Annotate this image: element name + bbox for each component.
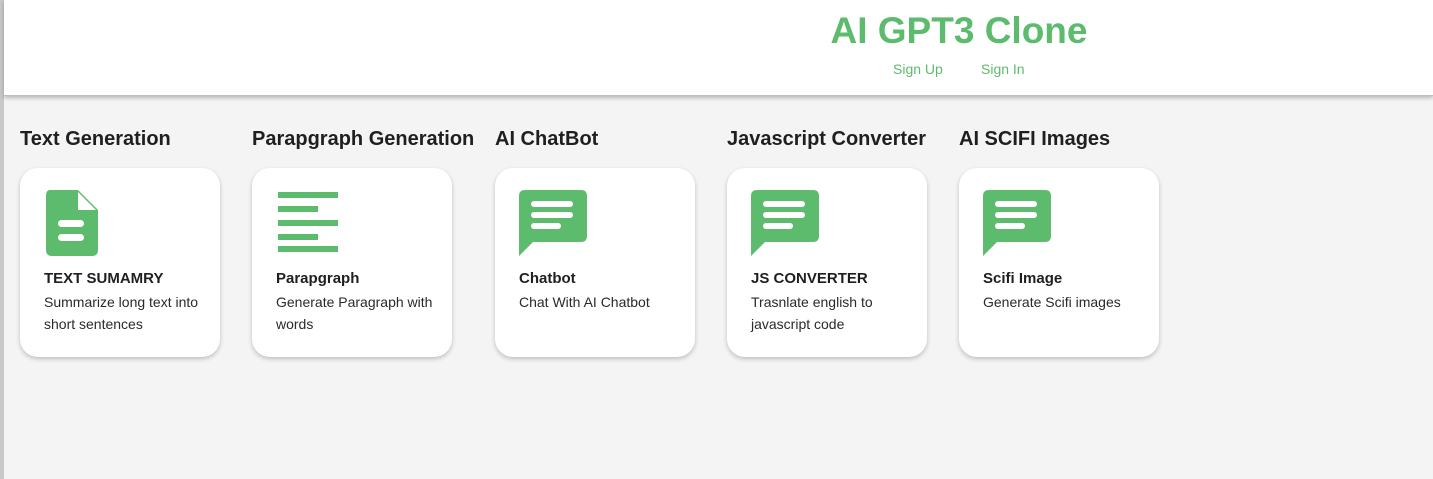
card-description: Chat With AI Chatbot (519, 294, 650, 310)
section-ai-chatbot: AI ChatBot Chatbot Chat With AI Chatbot (495, 126, 695, 357)
card-description: Generate Scifi images (983, 294, 1121, 310)
card-title: Parapgraph (276, 270, 360, 287)
card-title: Chatbot (519, 270, 576, 287)
card-text-summary[interactable]: TEXT SUMAMRY Summarize long text into sh… (20, 168, 220, 357)
card-js-converter[interactable]: JS CONVERTER Trasnlate english to javasc… (727, 168, 927, 357)
app-title: AI GPT3 Clone (830, 10, 1088, 51)
card-title: TEXT SUMAMRY (44, 270, 164, 287)
card-scifi-image[interactable]: Scifi Image Generate Scifi images (959, 168, 1159, 357)
section-heading: Javascript Converter (727, 128, 926, 150)
card-description: Summarize long text into short sentences (44, 294, 199, 332)
card-description: Trasnlate english to javascript code (751, 294, 873, 332)
card-title: Scifi Image (983, 270, 1063, 287)
section-heading: Text Generation (20, 128, 171, 150)
section-heading: Parapgraph Generation (252, 128, 475, 150)
top-navbar: AI GPT3 Clone Sign Up Sign In (4, 0, 1433, 96)
sign-in-link[interactable]: Sign In (981, 61, 1025, 77)
chat-message-icon (519, 188, 587, 261)
section-paragraph-generation: Parapgraph Generation Parapgraph Generat… (252, 126, 475, 357)
card-description: Generate Paragraph with words (276, 294, 433, 332)
sign-up-link[interactable]: Sign Up (893, 61, 943, 77)
section-javascript-converter: Javascript Converter JS CONVERTER Trasnl… (727, 126, 927, 357)
section-heading: AI SCIFI Images (959, 128, 1111, 150)
card-paragraph[interactable]: Parapgraph Generate Paragraph with words (252, 168, 452, 357)
document-icon (44, 188, 100, 263)
paragraph-lines-icon (276, 188, 340, 257)
section-text-generation: Text Generation TEXT SUMAMRY Summarize l… (20, 126, 220, 357)
section-heading: AI ChatBot (495, 128, 599, 150)
section-ai-scifi-images: AI SCIFI Images Scifi Image Generate Sci… (959, 126, 1159, 357)
card-chatbot[interactable]: Chatbot Chat With AI Chatbot (495, 168, 695, 357)
card-title: JS CONVERTER (751, 270, 868, 287)
chat-message-icon (751, 188, 819, 261)
chat-message-icon (983, 188, 1051, 261)
